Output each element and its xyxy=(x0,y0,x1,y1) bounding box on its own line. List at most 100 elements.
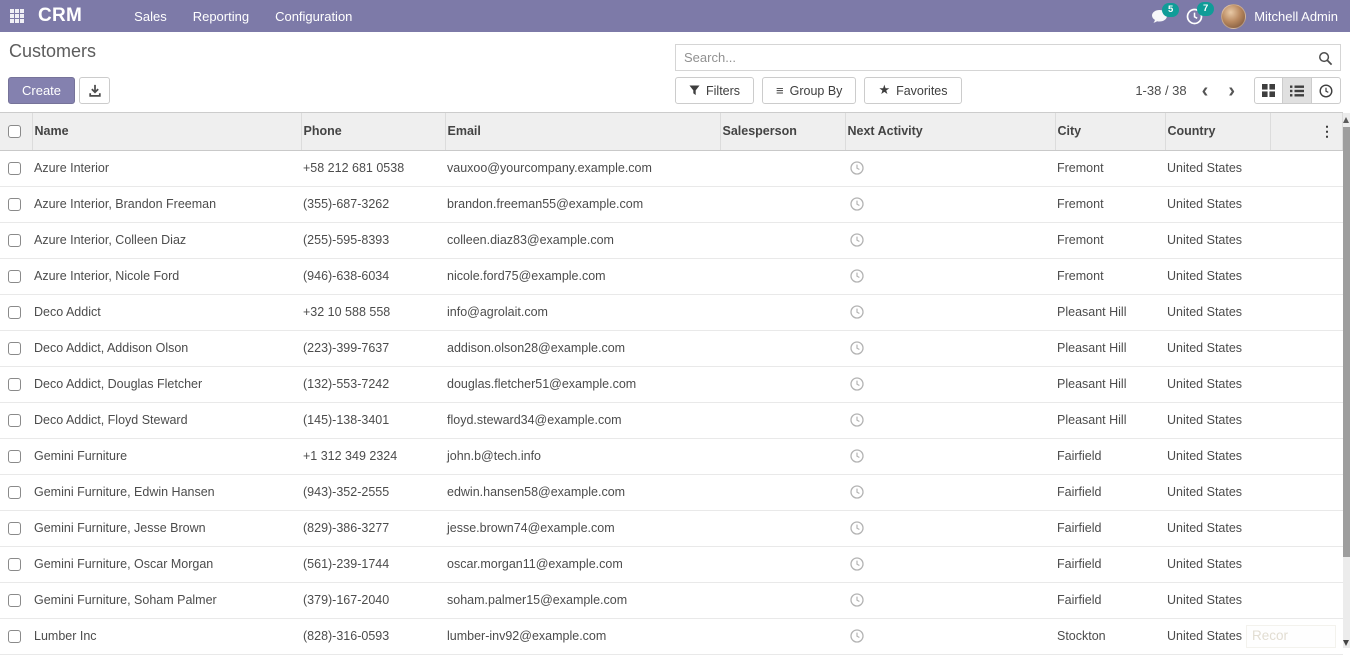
row-checkbox[interactable] xyxy=(8,450,21,463)
row-checkbox[interactable] xyxy=(8,594,21,607)
column-header-next-activity[interactable]: Next Activity xyxy=(845,113,1055,150)
customer-next-activity-cell xyxy=(845,294,1055,330)
menu-reporting[interactable]: Reporting xyxy=(193,9,249,24)
column-header-email[interactable]: Email xyxy=(445,113,720,150)
menu-configuration[interactable]: Configuration xyxy=(275,9,352,24)
next-activity-clock-icon[interactable] xyxy=(850,341,864,355)
next-activity-clock-icon[interactable] xyxy=(850,305,864,319)
row-checkbox-cell xyxy=(0,294,32,330)
kanban-view-button[interactable] xyxy=(1254,77,1283,104)
customer-phone-cell: (946)-638-6034 xyxy=(301,258,445,294)
apps-menu-button[interactable] xyxy=(2,0,32,32)
list-view-button[interactable] xyxy=(1283,77,1312,104)
customer-row[interactable]: Gemini Furniture +1 312 349 2324 john.b@… xyxy=(0,438,1343,474)
row-checkbox[interactable] xyxy=(8,162,21,175)
create-button[interactable]: Create xyxy=(8,77,75,104)
row-checkbox[interactable] xyxy=(8,378,21,391)
app-name-crm[interactable]: CRM xyxy=(38,5,82,27)
menu-sales[interactable]: Sales xyxy=(134,9,167,24)
customer-salesperson-cell xyxy=(720,366,845,402)
favorites-button[interactable]: ★ Favorites xyxy=(864,77,961,104)
row-checkbox[interactable] xyxy=(8,630,21,643)
scroll-up-arrow[interactable] xyxy=(1343,117,1349,123)
next-activity-clock-icon[interactable] xyxy=(850,233,864,247)
customer-row[interactable]: Deco Addict, Douglas Fletcher (132)-553-… xyxy=(0,366,1343,402)
customer-row[interactable]: Gemini Furniture, Soham Palmer (379)-167… xyxy=(0,582,1343,618)
next-activity-clock-icon[interactable] xyxy=(850,377,864,391)
column-header-salesperson[interactable]: Salesperson xyxy=(720,113,845,150)
customer-row[interactable]: Gemini Furniture, Edwin Hansen (943)-352… xyxy=(0,474,1343,510)
customer-next-activity-cell xyxy=(845,438,1055,474)
scrollbar-thumb[interactable] xyxy=(1343,127,1350,557)
next-activity-clock-icon[interactable] xyxy=(850,161,864,175)
row-checkbox[interactable] xyxy=(8,198,21,211)
action-buttons: Create xyxy=(8,77,110,104)
row-filler-cell xyxy=(1270,258,1343,294)
filter-funnel-icon xyxy=(689,85,700,96)
row-checkbox[interactable] xyxy=(8,558,21,571)
group-by-button[interactable]: ≡ Group By xyxy=(762,77,856,104)
customer-email-cell: john.b@tech.info xyxy=(445,438,720,474)
customer-country-cell: United States xyxy=(1165,582,1270,618)
column-header-name[interactable]: Name xyxy=(32,113,301,150)
column-header-country[interactable]: Country xyxy=(1165,113,1270,150)
customer-row[interactable]: Deco Addict +32 10 588 558 info@agrolait… xyxy=(0,294,1343,330)
row-checkbox[interactable] xyxy=(8,234,21,247)
customer-row[interactable]: Deco Addict, Addison Olson (223)-399-763… xyxy=(0,330,1343,366)
pager-next-button[interactable]: › xyxy=(1223,81,1240,101)
customer-row[interactable]: Deco Addict, Floyd Steward (145)-138-340… xyxy=(0,402,1343,438)
column-options-icon[interactable]: ⋮ xyxy=(1320,123,1334,139)
row-checkbox-cell xyxy=(0,582,32,618)
activities-button[interactable]: 7 xyxy=(1186,8,1203,25)
customer-country-cell: United States xyxy=(1165,618,1270,654)
next-activity-clock-icon[interactable] xyxy=(850,449,864,463)
select-all-checkbox[interactable] xyxy=(8,125,21,138)
customer-row[interactable]: Gemini Furniture, Oscar Morgan (561)-239… xyxy=(0,546,1343,582)
row-checkbox[interactable] xyxy=(8,486,21,499)
customer-row[interactable]: Lumber Inc (828)-316-0593 lumber-inv92@e… xyxy=(0,618,1343,654)
customer-row[interactable]: Gemini Furniture, Jesse Brown (829)-386-… xyxy=(0,510,1343,546)
next-activity-clock-icon[interactable] xyxy=(850,557,864,571)
next-activity-clock-icon[interactable] xyxy=(850,413,864,427)
customer-next-activity-cell xyxy=(845,582,1055,618)
messages-button[interactable]: 5 xyxy=(1151,9,1168,24)
customer-name-cell: Azure Interior, Brandon Freeman xyxy=(32,186,301,222)
row-checkbox[interactable] xyxy=(8,522,21,535)
customer-row[interactable]: Azure Interior +58 212 681 0538 vauxoo@y… xyxy=(0,150,1343,186)
row-checkbox[interactable] xyxy=(8,342,21,355)
activity-view-button[interactable] xyxy=(1312,77,1341,104)
next-activity-clock-icon[interactable] xyxy=(850,629,864,643)
customer-salesperson-cell xyxy=(720,438,845,474)
next-activity-clock-icon[interactable] xyxy=(850,521,864,535)
next-activity-clock-icon[interactable] xyxy=(850,485,864,499)
customer-row[interactable]: Azure Interior, Brandon Freeman (355)-68… xyxy=(0,186,1343,222)
column-header-phone[interactable]: Phone xyxy=(301,113,445,150)
column-header-city[interactable]: City xyxy=(1055,113,1165,150)
customer-row[interactable]: Azure Interior, Nicole Ford (946)-638-60… xyxy=(0,258,1343,294)
row-filler-cell xyxy=(1270,186,1343,222)
next-activity-clock-icon[interactable] xyxy=(850,269,864,283)
row-checkbox-cell xyxy=(0,186,32,222)
search-input[interactable] xyxy=(676,45,1340,70)
customer-row[interactable]: Azure Interior, Colleen Diaz (255)-595-8… xyxy=(0,222,1343,258)
customer-city-cell: Stockton xyxy=(1055,618,1165,654)
row-checkbox[interactable] xyxy=(8,306,21,319)
pager-previous-button[interactable]: ‹ xyxy=(1197,81,1214,101)
list-header-row: Name Phone Email Salesperson Next Activi… xyxy=(0,113,1343,150)
row-checkbox[interactable] xyxy=(8,270,21,283)
customer-salesperson-cell xyxy=(720,150,845,186)
customer-name-cell: Gemini Furniture, Edwin Hansen xyxy=(32,474,301,510)
scroll-down-arrow[interactable] xyxy=(1343,640,1349,646)
column-options-header: ⋮ xyxy=(1270,113,1343,150)
row-filler-cell xyxy=(1270,510,1343,546)
filters-button[interactable]: Filters xyxy=(675,77,754,104)
export-button[interactable] xyxy=(79,77,110,104)
customer-name-cell: Gemini Furniture, Oscar Morgan xyxy=(32,546,301,582)
next-activity-clock-icon[interactable] xyxy=(850,593,864,607)
search-icon[interactable] xyxy=(1318,51,1333,71)
customer-name-cell: Azure Interior xyxy=(32,150,301,186)
user-menu[interactable]: Mitchell Admin xyxy=(1221,4,1338,29)
row-filler-cell xyxy=(1270,546,1343,582)
row-checkbox[interactable] xyxy=(8,414,21,427)
next-activity-clock-icon[interactable] xyxy=(850,197,864,211)
